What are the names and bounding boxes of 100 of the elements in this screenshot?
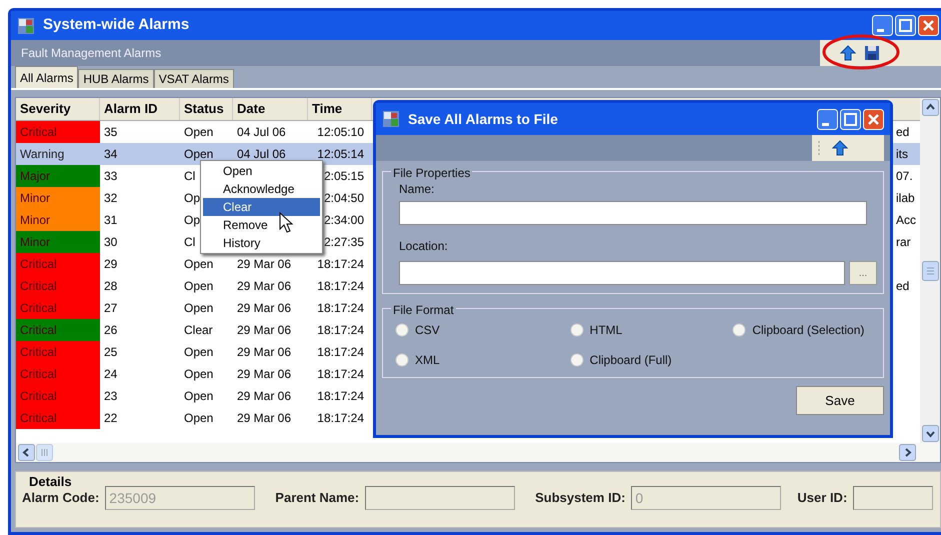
input-field[interactable]: [365, 486, 516, 510]
radio-button[interactable]: [732, 323, 746, 337]
severity-cell: Minor: [16, 231, 100, 253]
table-cell-text: ed: [896, 124, 910, 141]
table-cell-text: 18:17:24: [316, 300, 365, 317]
scroll-right-button[interactable]: [899, 444, 916, 461]
table-cell-text: 24: [103, 366, 118, 383]
field-label: Alarm Code:: [22, 489, 100, 508]
table-cell-text: 04 Jul 06: [236, 124, 287, 141]
window-title: System-wide Alarms: [43, 15, 190, 36]
scroll-up-button[interactable]: [922, 99, 938, 116]
up-arrow-icon[interactable]: [832, 140, 848, 156]
radio-button[interactable]: [570, 323, 584, 337]
table-cell-text: Clear: [183, 322, 214, 339]
tab[interactable]: VSAT Alarms: [154, 69, 234, 88]
radio-button[interactable]: [395, 323, 409, 337]
field-label: User ID:: [797, 489, 848, 508]
menu-item[interactable]: Open: [203, 162, 320, 180]
minimize-button[interactable]: [872, 15, 893, 36]
tab[interactable]: HUB Alarms: [78, 69, 154, 88]
table-cell-text: 18:17:24: [316, 366, 365, 383]
table-cell-text: Open: [183, 300, 214, 317]
radio-label: HTML: [590, 322, 622, 339]
menu-item[interactable]: Acknowledge: [203, 180, 320, 198]
table-cell-text: rar: [896, 234, 912, 251]
severity-cell: Critical: [16, 319, 100, 341]
severity-cell: Critical: [16, 297, 100, 319]
table-cell-text: 2:05:15: [322, 168, 365, 185]
table-cell-text: 18:17:24: [316, 410, 365, 427]
column-header[interactable]: Time: [308, 98, 372, 120]
table-cell-text: 30: [103, 234, 118, 251]
radio-label: XML: [415, 352, 440, 369]
maximize-button[interactable]: [895, 15, 916, 36]
input-field[interactable]: [399, 201, 867, 225]
severity-cell: Major: [16, 165, 100, 187]
column-header[interactable]: Status: [180, 98, 233, 120]
browse-button[interactable]: ...: [849, 261, 877, 285]
table-cell-text: 22: [103, 410, 118, 427]
table-cell-text: 12:05:14: [316, 146, 365, 163]
menu-item[interactable]: Remove: [203, 216, 320, 234]
maximize-button[interactable]: [840, 108, 861, 130]
table-cell-text: Open: [183, 388, 214, 405]
app-icon: [17, 16, 35, 34]
table-cell-text: 04 Jul 06: [236, 146, 287, 163]
scroll-down-button[interactable]: [922, 425, 938, 442]
table-cell-text: Open: [183, 256, 214, 273]
severity-cell: Critical: [16, 275, 100, 297]
scroll-thumb[interactable]: [36, 444, 53, 461]
close-button[interactable]: [863, 108, 884, 130]
minimize-button[interactable]: [817, 108, 838, 130]
table-cell-text: Open: [183, 278, 214, 295]
section-title: Fault Management Alarms: [20, 45, 162, 62]
close-button[interactable]: [918, 15, 939, 36]
table-cell-text: 29 Mar 06: [236, 410, 292, 427]
radio-button[interactable]: [395, 353, 409, 367]
vertical-scrollbar[interactable]: [920, 98, 940, 443]
table-cell-text: 18:17:24: [316, 256, 365, 273]
menu-item[interactable]: History: [203, 234, 320, 252]
table-cell-text: 33: [103, 168, 118, 185]
severity-cell: Critical: [16, 363, 100, 385]
radio-button[interactable]: [570, 353, 584, 367]
table-cell-text: Open: [183, 366, 214, 383]
table-cell-text: 25: [103, 344, 118, 361]
table-cell-text: 32: [103, 190, 118, 207]
input-field[interactable]: [853, 486, 934, 510]
column-header[interactable]: Alarm ID: [100, 98, 180, 120]
table-cell-text: 2:27:35: [322, 234, 365, 251]
radio-label: CSV: [415, 322, 440, 339]
table-cell-text: 31: [103, 212, 118, 229]
table-cell-text: 29 Mar 06: [236, 322, 292, 339]
severity-cell: Critical: [16, 385, 100, 407]
scroll-left-button[interactable]: [18, 444, 35, 461]
menu-item[interactable]: Clear: [203, 198, 320, 216]
table-cell-text: 18:17:24: [316, 322, 365, 339]
horizontal-scrollbar[interactable]: [16, 443, 940, 462]
table-cell-text: 28: [103, 278, 118, 295]
severity-cell: Critical: [16, 121, 100, 143]
column-header[interactable]: Date: [233, 98, 308, 120]
table-cell-text: ilab: [896, 190, 916, 207]
table-cell-text: 18:17:24: [316, 344, 365, 361]
tab[interactable]: All Alarms: [15, 66, 78, 88]
table-cell-text: 29 Mar 06: [236, 366, 292, 383]
severity-cell: Critical: [16, 407, 100, 429]
table-cell-text: 29 Mar 06: [236, 300, 292, 317]
table-cell-text: 35: [103, 124, 118, 141]
up-arrow-icon[interactable]: [840, 45, 856, 61]
save-button[interactable]: Save: [796, 386, 884, 415]
table-cell-text: Open: [183, 410, 214, 427]
dialog-title: Save All Alarms to File: [408, 110, 559, 128]
table-cell-text: 27: [103, 300, 118, 317]
severity-cell: Critical: [16, 253, 100, 275]
column-header[interactable]: Severity: [16, 98, 100, 120]
radio-label: Clipboard (Selection): [752, 322, 864, 339]
table-cell-text: 2:04:50: [322, 190, 365, 207]
field-label: Subsystem ID:: [535, 489, 626, 508]
scroll-thumb[interactable]: [922, 260, 938, 280]
table-cell-text: 2:34:00: [322, 212, 365, 229]
input-field[interactable]: [399, 261, 845, 285]
field-label: Location:: [399, 238, 449, 255]
mouse-pointer-icon: [279, 212, 293, 234]
